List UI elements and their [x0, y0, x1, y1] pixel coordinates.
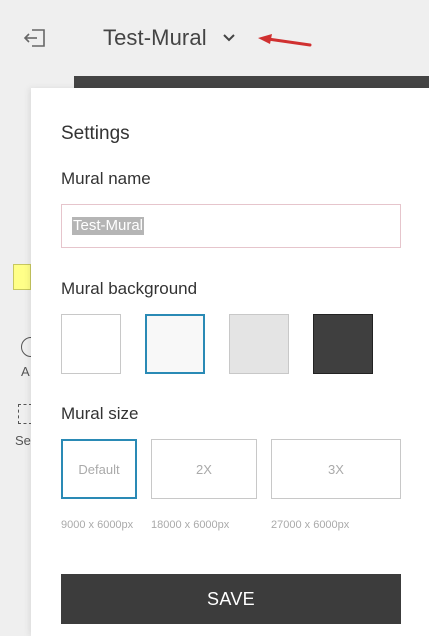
size-option-2x[interactable]: 2X — [151, 439, 257, 499]
chevron-down-icon[interactable] — [222, 34, 235, 42]
background-swatch-light[interactable] — [145, 314, 205, 374]
background-swatch-dark[interactable] — [313, 314, 373, 374]
size-option-label: Default — [78, 461, 120, 477]
size-option-default[interactable]: Default — [61, 439, 137, 499]
mural-canvas-edge — [74, 76, 429, 88]
size-caption-3x: 27000 x 6000px — [271, 519, 350, 531]
toolbar-label-add: A — [21, 364, 30, 379]
toolbar-label-select: Se — [15, 433, 31, 448]
settings-panel: Settings Mural name Test-Mural Mural bac… — [31, 88, 429, 636]
mural-size-label: Mural size — [61, 404, 139, 423]
mural-title-dropdown[interactable]: Test-Mural — [103, 22, 235, 54]
mural-name-input[interactable]: Test-Mural — [61, 204, 401, 248]
size-option-label: 3X — [328, 461, 344, 477]
background-swatch-grey[interactable] — [229, 314, 289, 374]
mural-name-value: Test-Mural — [72, 217, 145, 235]
mural-background-label: Mural background — [61, 279, 198, 298]
sticky-note-icon[interactable] — [13, 264, 31, 290]
settings-heading: Settings — [61, 123, 130, 144]
select-icon[interactable] — [18, 404, 32, 424]
size-caption-default: 9000 x 6000px — [61, 519, 134, 531]
exit-icon[interactable] — [22, 27, 48, 49]
size-caption-2x: 18000 x 6000px — [151, 519, 230, 531]
top-bar: Test-Mural — [0, 0, 429, 76]
background-swatch-white[interactable] — [61, 314, 121, 374]
annotation-arrow-icon — [258, 34, 312, 47]
size-option-3x[interactable]: 3X — [271, 439, 401, 499]
save-button[interactable]: SAVE — [61, 574, 401, 624]
size-option-label: 2X — [196, 461, 212, 477]
mural-name-label: Mural name — [61, 169, 151, 188]
mural-title: Test-Mural — [103, 25, 207, 50]
